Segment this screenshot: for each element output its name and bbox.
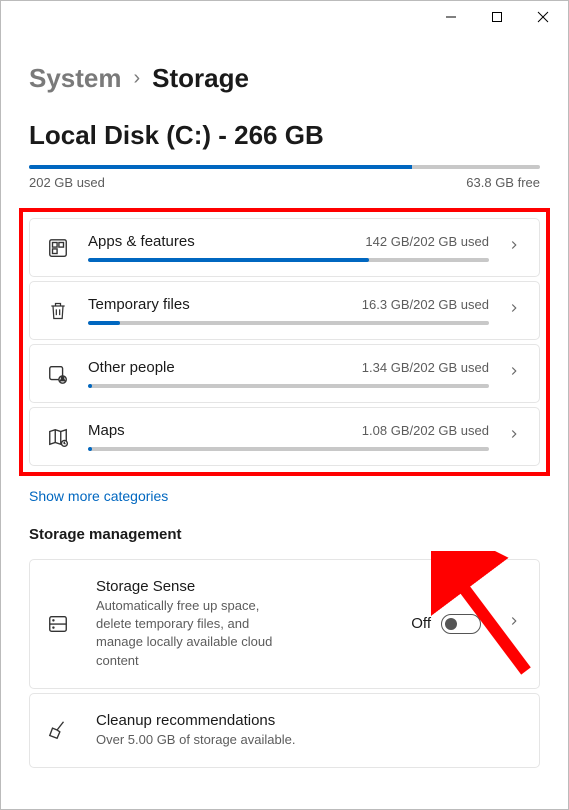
category-title: Other people bbox=[88, 359, 175, 376]
window-titlebar bbox=[1, 1, 568, 33]
category-bar bbox=[88, 321, 489, 325]
storage-sense-card[interactable]: Storage Sense Automatically free up spac… bbox=[29, 559, 540, 689]
categories-highlight: Apps & features 142 GB/202 GB used Tempora… bbox=[19, 208, 550, 476]
category-title: Temporary files bbox=[88, 296, 190, 313]
cleanup-title: Cleanup recommendations bbox=[96, 712, 521, 729]
broom-icon bbox=[46, 719, 70, 741]
category-bar bbox=[88, 447, 489, 451]
storage-sense-toggle-wrap: Off bbox=[411, 614, 481, 634]
category-card[interactable]: Maps 1.08 GB/202 GB used bbox=[29, 407, 540, 466]
people-icon bbox=[46, 363, 70, 385]
toggle-state-label: Off bbox=[411, 615, 431, 632]
storage-sense-desc: Automatically free up space, delete temp… bbox=[96, 597, 296, 670]
category-body: Other people 1.34 GB/202 GB used bbox=[88, 359, 489, 388]
disk-title: Local Disk (C:) - 266 GB bbox=[29, 120, 540, 151]
category-usage: 1.08 GB/202 GB used bbox=[362, 423, 489, 438]
breadcrumb-current: Storage bbox=[152, 63, 249, 94]
storage-sense-title: Storage Sense bbox=[96, 578, 385, 595]
breadcrumb-parent[interactable]: System bbox=[29, 63, 122, 94]
toggle-knob bbox=[445, 618, 457, 630]
storage-sense-body: Storage Sense Automatically free up spac… bbox=[96, 578, 385, 670]
show-more-link[interactable]: Show more categories bbox=[29, 488, 540, 504]
map-icon bbox=[46, 426, 70, 448]
chevron-right-icon bbox=[507, 614, 521, 633]
minimize-button[interactable] bbox=[428, 1, 474, 33]
category-bar bbox=[88, 258, 489, 262]
chevron-right-icon bbox=[507, 238, 521, 257]
content-area: System › Storage Local Disk (C:) - 266 G… bbox=[1, 33, 568, 768]
overall-usage-fill bbox=[29, 165, 412, 169]
close-button[interactable] bbox=[520, 1, 566, 33]
maximize-button[interactable] bbox=[474, 1, 520, 33]
chevron-right-icon bbox=[507, 301, 521, 320]
cleanup-card[interactable]: Cleanup recommendations Over 5.00 GB of … bbox=[29, 693, 540, 768]
category-card[interactable]: Apps & features 142 GB/202 GB used bbox=[29, 218, 540, 277]
free-label: 63.8 GB free bbox=[466, 175, 540, 190]
settings-window: System › Storage Local Disk (C:) - 266 G… bbox=[0, 0, 569, 810]
category-usage: 16.3 GB/202 GB used bbox=[362, 297, 489, 312]
chevron-right-icon: › bbox=[134, 67, 141, 90]
category-body: Apps & features 142 GB/202 GB used bbox=[88, 233, 489, 262]
cleanup-desc: Over 5.00 GB of storage available. bbox=[96, 731, 521, 749]
apps-icon bbox=[46, 237, 70, 259]
category-bar bbox=[88, 384, 489, 388]
overall-stats: 202 GB used 63.8 GB free bbox=[29, 175, 540, 190]
category-card[interactable]: Temporary files 16.3 GB/202 GB used bbox=[29, 281, 540, 340]
overall-usage-bar bbox=[29, 165, 540, 169]
used-label: 202 GB used bbox=[29, 175, 105, 190]
category-body: Maps 1.08 GB/202 GB used bbox=[88, 422, 489, 451]
category-usage: 142 GB/202 GB used bbox=[365, 234, 489, 249]
category-usage: 1.34 GB/202 GB used bbox=[362, 360, 489, 375]
storage-management-heading: Storage management bbox=[29, 526, 540, 543]
category-card[interactable]: Other people 1.34 GB/202 GB used bbox=[29, 344, 540, 403]
chevron-right-icon bbox=[507, 427, 521, 446]
trash-icon bbox=[46, 301, 70, 321]
storage-sense-toggle[interactable] bbox=[441, 614, 481, 634]
category-body: Temporary files 16.3 GB/202 GB used bbox=[88, 296, 489, 325]
category-title: Apps & features bbox=[88, 233, 195, 250]
chevron-right-icon bbox=[507, 364, 521, 383]
category-title: Maps bbox=[88, 422, 125, 439]
drive-icon bbox=[46, 613, 70, 635]
breadcrumb: System › Storage bbox=[29, 63, 540, 94]
cleanup-body: Cleanup recommendations Over 5.00 GB of … bbox=[96, 712, 521, 749]
